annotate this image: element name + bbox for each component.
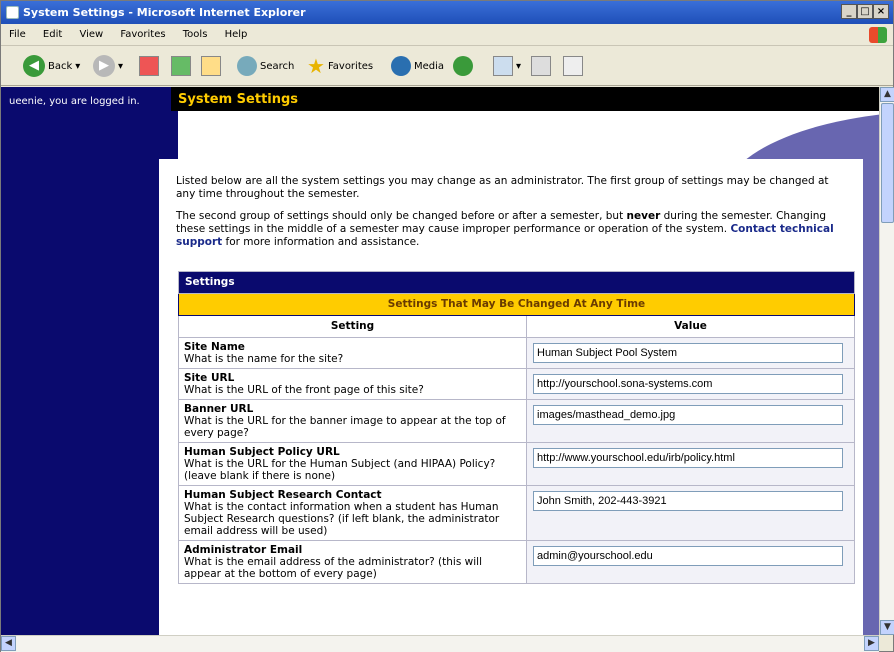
settings-header: Settings <box>178 271 855 294</box>
table-row: Human Subject Policy URL What is the URL … <box>178 442 855 486</box>
group-header: Settings That May Be Changed At Any Time <box>178 293 855 316</box>
menu-edit[interactable]: Edit <box>43 29 62 40</box>
logged-in-text: ueenie, you are logged in. <box>9 96 140 107</box>
menu-tools[interactable]: Tools <box>183 29 208 40</box>
print-icon <box>531 56 551 76</box>
edit-icon <box>563 56 583 76</box>
refresh-button[interactable] <box>171 53 194 79</box>
home-icon <box>201 56 221 76</box>
table-row: Site Name What is the name for the site? <box>178 337 855 369</box>
history-icon <box>453 56 473 76</box>
refresh-icon <box>171 56 191 76</box>
site-url-input[interactable] <box>533 374 843 394</box>
table-row: Human Subject Research Contact What is th… <box>178 485 855 541</box>
table-row: Site URL What is the URL of the front pag… <box>178 368 855 400</box>
scroll-left-icon[interactable]: ◀ <box>1 636 16 651</box>
table-row: Banner URL What is the URL for the banner… <box>178 399 855 443</box>
setting-description: What is the URL of the front page of thi… <box>184 384 424 396</box>
search-icon <box>237 56 257 76</box>
scroll-up-icon[interactable]: ▲ <box>880 87 894 102</box>
horizontal-scrollbar[interactable]: ◀ ▶ <box>1 635 879 652</box>
menu-bar: File Edit View Favorites Tools Help <box>1 24 893 46</box>
media-icon <box>391 56 411 76</box>
search-button[interactable]: Search <box>237 53 294 79</box>
policy-url-input[interactable] <box>533 448 843 468</box>
main-content: Listed below are all the system settings… <box>159 159 863 635</box>
table-row: Administrator Email What is the email add… <box>178 540 855 584</box>
forward-button[interactable]: ▶ ▾ <box>93 53 123 79</box>
settings-table: Settings Settings That May Be Changed At… <box>178 271 855 584</box>
scroll-thumb[interactable] <box>881 103 894 223</box>
site-name-input[interactable] <box>533 343 843 363</box>
intro-paragraph-1: Listed below are all the system settings… <box>176 175 829 200</box>
title-bar: System Settings - Microsoft Internet Exp… <box>1 1 893 24</box>
minimize-button[interactable]: _ <box>841 4 857 19</box>
forward-arrow-icon: ▶ <box>93 55 115 77</box>
edit-button[interactable] <box>563 53 586 79</box>
column-header-setting: Setting <box>178 315 527 338</box>
menu-favorites[interactable]: Favorites <box>120 29 165 40</box>
mail-button[interactable]: ▾ <box>493 53 521 79</box>
page-title: System Settings <box>178 92 299 107</box>
setting-name: Human Subject Policy URL <box>184 446 340 458</box>
maximize-button[interactable]: □ <box>857 4 873 19</box>
scroll-right-icon[interactable]: ▶ <box>864 636 879 651</box>
setting-description: What is the URL for the Human Subject (a… <box>184 458 496 482</box>
stop-button[interactable] <box>139 53 162 79</box>
mail-icon <box>493 56 513 76</box>
setting-description: What is the email address of the adminis… <box>184 556 482 580</box>
column-header-value: Value <box>526 315 855 338</box>
intro-paragraph-2: The second group of settings should only… <box>176 210 834 248</box>
window-title: System Settings - Microsoft Internet Exp… <box>23 6 306 19</box>
menu-help[interactable]: Help <box>225 29 248 40</box>
scroll-down-icon[interactable]: ▼ <box>880 620 894 635</box>
print-button[interactable] <box>531 53 554 79</box>
stop-icon <box>139 56 159 76</box>
close-button[interactable]: × <box>873 4 889 19</box>
back-button[interactable]: ◀ Back ▾ <box>23 53 80 79</box>
star-icon: ★ <box>307 54 325 78</box>
favorites-button[interactable]: ★ Favorites <box>307 53 373 79</box>
back-arrow-icon: ◀ <box>23 55 45 77</box>
browser-window: System Settings - Microsoft Internet Exp… <box>0 0 894 652</box>
setting-name: Banner URL <box>184 403 254 415</box>
media-button[interactable]: Media <box>391 53 444 79</box>
setting-description: What is the name for the site? <box>184 353 344 365</box>
setting-name: Site Name <box>184 341 245 353</box>
toolbar: ◀ Back ▾ ▶ ▾ Search ★ Favorites Media ▾ <box>1 46 893 86</box>
setting-name: Administrator Email <box>184 544 303 556</box>
home-button[interactable] <box>201 53 224 79</box>
setting-description: What is the contact information when a s… <box>184 501 500 537</box>
ie-icon <box>6 6 19 19</box>
windows-logo-icon <box>869 27 887 43</box>
admin-email-input[interactable] <box>533 546 843 566</box>
menu-file[interactable]: File <box>9 29 26 40</box>
setting-name: Human Subject Research Contact <box>184 489 382 501</box>
setting-name: Site URL <box>184 372 235 384</box>
vertical-scrollbar[interactable]: ▲ ▼ <box>879 87 894 635</box>
research-contact-input[interactable] <box>533 491 843 511</box>
history-button[interactable] <box>453 53 476 79</box>
intro-text: Listed below are all the system settings… <box>176 175 851 258</box>
menu-view[interactable]: View <box>79 29 103 40</box>
page-viewport: ueenie, you are logged in. System Settin… <box>1 87 879 635</box>
setting-description: What is the URL for the banner image to … <box>184 415 506 439</box>
banner-url-input[interactable] <box>533 405 843 425</box>
